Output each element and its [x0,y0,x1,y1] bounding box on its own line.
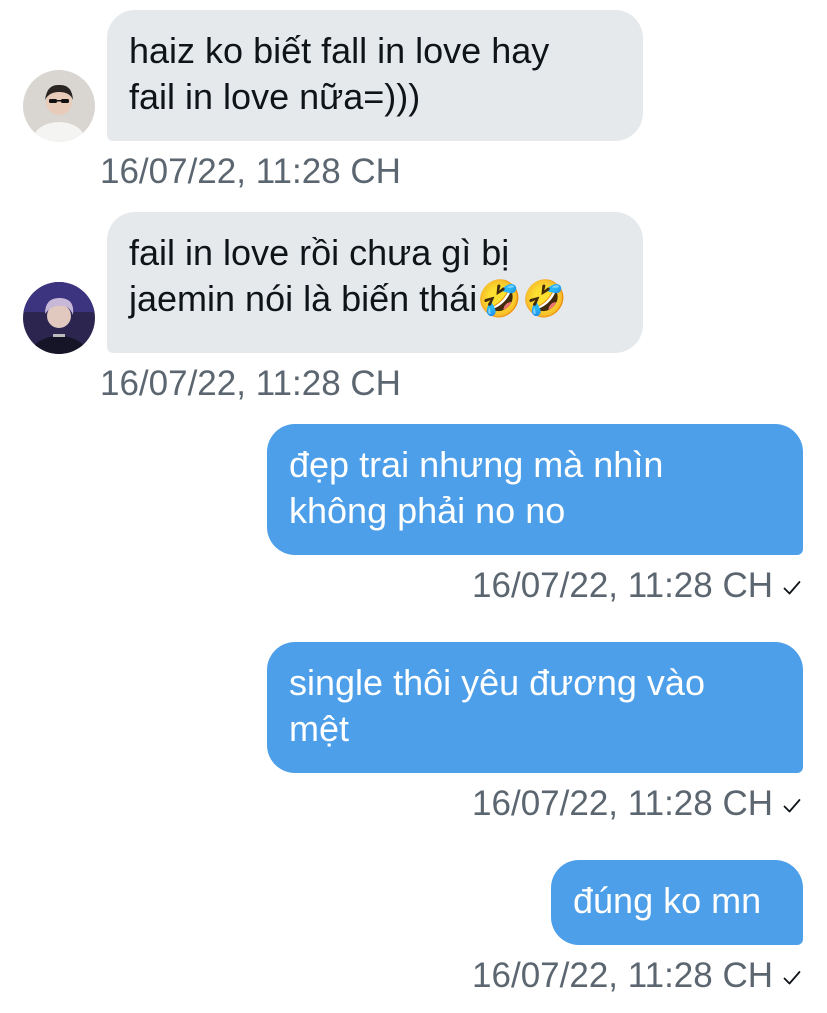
message-bubble-outgoing[interactable]: single thôi yêu đương vào mệt [267,642,803,773]
message-timestamp: 16/07/22, 11:28 CH [472,956,773,995]
checkmark-icon [783,970,801,985]
message-bubble-incoming[interactable]: haiz ko biết fall in love hay fail in lo… [107,10,643,141]
message-bubble-outgoing[interactable]: đẹp trai nhưng mà nhìn không phải no no [267,424,803,555]
message-timestamp-row: 16/07/22, 11:28 CH [472,956,801,996]
message-timestamp: 16/07/22, 11:28 CH [472,566,773,605]
message-timestamp-row: 16/07/22, 11:28 CH [472,784,801,824]
message-bubble-incoming[interactable]: fail in love rồi chưa gì bị jaemin nói l… [107,212,643,353]
sender-avatar[interactable] [23,282,95,354]
sender-avatar[interactable] [23,70,95,142]
avatar-photo-icon [23,70,95,142]
checkmark-icon [783,798,801,813]
message-bubble-outgoing[interactable]: đúng ko mn [551,860,803,945]
message-timestamp: 16/07/22, 11:28 CH [472,784,773,823]
message-timestamp: 16/07/22, 11:28 CH [100,364,401,403]
avatar-photo-icon [23,282,95,354]
checkmark-icon [783,580,801,595]
message-timestamp: 16/07/22, 11:28 CH [100,152,401,191]
message-timestamp-row: 16/07/22, 11:28 CH [472,566,801,606]
